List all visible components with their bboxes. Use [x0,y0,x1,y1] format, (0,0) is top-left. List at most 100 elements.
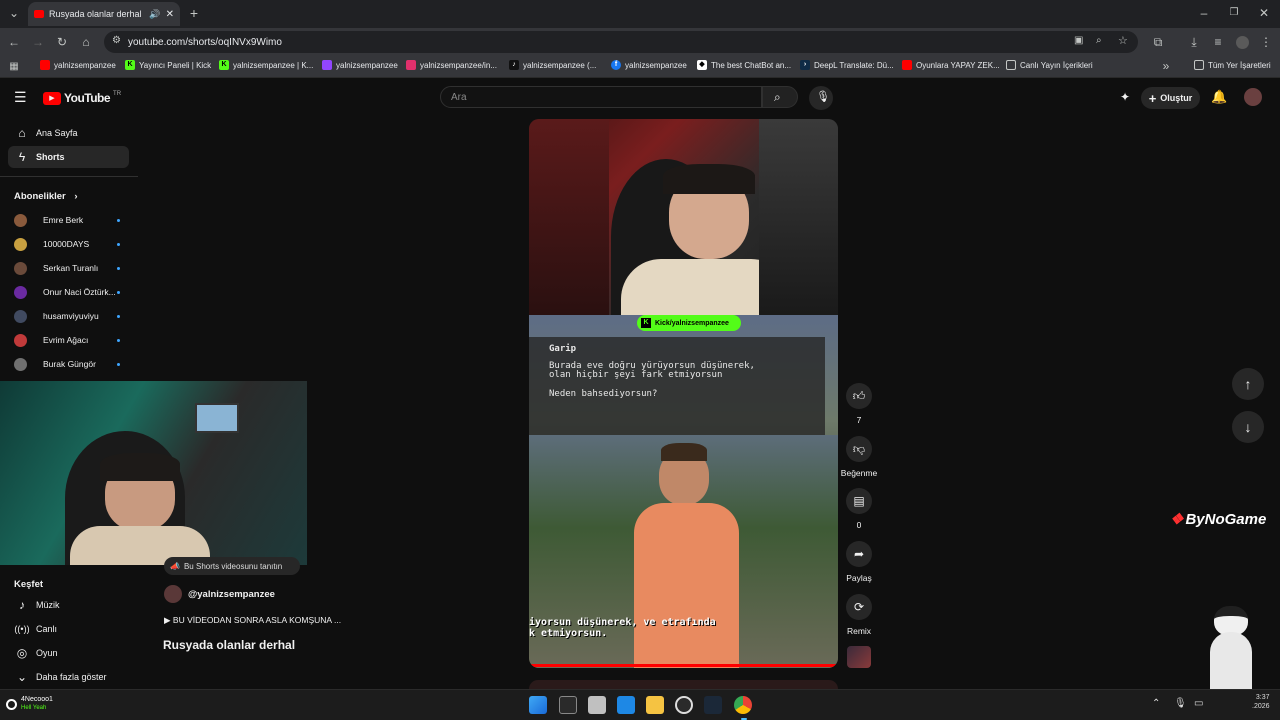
speaker-icon[interactable]: 🔊 [149,9,160,20]
notifications-bell-icon[interactable]: 🔔 [1211,89,1227,105]
window-close-icon[interactable]: ✕ [1256,6,1272,20]
reading-list-icon[interactable]: ≡ [1210,35,1226,49]
download-icon[interactable]: ⤓ [1186,35,1202,49]
previous-short-button[interactable]: ↑ [1232,368,1264,400]
home-button-icon[interactable]: ⌂ [78,35,94,49]
install-app-icon[interactable]: ▣ [1074,35,1083,46]
sidebar-item-live[interactable]: ((•)) Canlı [8,618,129,640]
back-icon[interactable]: ← [6,35,22,49]
subscription-item[interactable]: Onur Naci Öztürk... [14,283,124,301]
sidebar-item-music[interactable]: ♪ Müzik [8,594,129,616]
restore-icon[interactable]: ❐ [1226,6,1242,20]
sidebar-item-home[interactable]: ⌂ Ana Sayfa [8,122,129,144]
chrome-icon[interactable] [734,696,752,714]
site-info-icon[interactable]: ⚙ [112,35,121,46]
dislike-button[interactable]: 👎︎ Beğenme [841,436,877,478]
minimize-icon[interactable]: – [1196,6,1212,20]
bookmark-1[interactable]: K Yayıncı Paneli | Kick [125,60,211,70]
short-video-gameplay[interactable]: K Kick/yalnizsempanzee Garip Burada eve … [529,315,838,668]
bookmark-2[interactable]: Kyalnizsempanzee | K... [219,60,313,70]
tray-mic-icon[interactable]: 🎙 [1174,698,1187,709]
chevron-down-icon: ⌄ [16,670,28,684]
new-tab-icon[interactable]: + [186,6,202,20]
obs-icon[interactable] [675,696,693,714]
youtube-logo[interactable]: ▶ YouTube TR [43,91,121,105]
bookmark-6[interactable]: f yalnizsempanzee [611,60,687,70]
bookmark-10[interactable]: Canlı Yayın İçerikleri [1006,60,1093,70]
windows-taskbar: 4Necooo1 Hell Yeah ⌃ 🎙 ▭ 3:37 .2026 [0,689,1280,720]
bookmarks-bar: ▦ yalnizsempanzee K Yayıncı Paneli | Kick… [0,56,1280,78]
subtitle-overlay: iyorsun düşünerek, ve etrafında k etmiyo… [529,617,716,639]
sound-thumbnail[interactable] [847,646,871,668]
bookmark-4[interactable]: yalnizsempanzee/in... [406,60,497,70]
taskbar-clock[interactable]: 3:37 .2026 [1252,693,1270,711]
thumbs-up-icon: 👍︎ [846,383,872,409]
subscription-item[interactable]: Evrim Ağacı [14,331,124,349]
create-button[interactable]: + Oluştur [1141,87,1200,109]
voice-search-button[interactable]: 🎙 [809,86,833,110]
channel-avatar[interactable] [164,585,182,603]
browser-tab-active[interactable]: Rusyada olanlar derhal - Yo 🔊 ✕ [28,2,180,26]
account-avatar[interactable] [1244,88,1262,106]
comments-button[interactable]: ▤ 0 [846,488,872,530]
channel-row[interactable]: @yalnizsempanzee [164,585,275,603]
task-view-icon[interactable] [559,696,577,714]
subscription-item[interactable]: 10000DAYS [14,235,124,253]
tab-close-icon[interactable]: ✕ [166,9,174,20]
subscription-item[interactable]: husamviyuviyu [14,307,124,325]
hamburger-menu-icon[interactable]: ☰ [14,89,27,106]
sidebar-item-shorts[interactable]: ϟ Shorts [8,146,129,168]
arrow-up-icon: ↑ [1244,376,1252,392]
next-short-preview[interactable] [529,680,838,689]
bookmark-0[interactable]: yalnizsempanzee [40,60,116,70]
subscription-item[interactable]: Emre Berk [14,211,124,229]
all-bookmarks[interactable]: Tüm Yer İşaretleri [1194,60,1271,70]
bookmark-star-icon[interactable]: ☆ [1118,34,1128,47]
steam-icon[interactable] [704,696,722,714]
sidebar-item-gaming[interactable]: ◎ Oyun [8,642,129,664]
menu-kebab-icon[interactable]: ⋮ [1258,35,1274,49]
forward-icon[interactable]: → [30,35,46,49]
profile-avatar[interactable] [1236,36,1249,49]
bookmark-9[interactable]: Oyunlara YAPAY ZEK... [902,60,1000,70]
sidebar-item-show-more[interactable]: ⌄ Daha fazla göster [8,666,129,688]
windows-start-icon[interactable] [529,696,547,714]
video-progress-bar[interactable] [529,664,838,667]
file-explorer-icon[interactable] [646,696,664,714]
subscription-item[interactable]: Burak Güngör [14,355,124,373]
zoom-icon[interactable]: ⌕ [1096,35,1102,46]
short-video-top-cam[interactable] [529,119,838,315]
folder-icon [1194,60,1204,70]
like-button[interactable]: 👍︎ 7 [846,383,872,425]
photos-icon[interactable] [617,696,635,714]
tiktok-icon: ♪ [509,60,519,70]
tray-overflow-icon[interactable]: ⌃ [1152,698,1160,709]
subscription-item[interactable]: Serkan Turanlı [14,259,124,277]
share-button[interactable]: ➦ Paylaş [846,541,872,583]
search-button[interactable]: ⌕ [762,86,798,108]
bookmark-7[interactable]: ◆ The best ChatBot an... [697,60,791,70]
kick-icon: K [641,318,651,328]
reload-icon[interactable]: ↻ [54,35,70,49]
next-short-button[interactable]: ↓ [1232,411,1264,443]
channel-name[interactable]: @yalnizsempanzee [188,589,275,600]
search-input[interactable]: Ara [440,86,762,108]
bookmark-5[interactable]: ♪ yalnizsempanzee (... [509,60,596,70]
more-bookmarks-icon[interactable]: » [1158,59,1174,73]
address-bar[interactable]: ⚙ youtube.com/shorts/oqINVx9Wimo ▣ ⌕ ☆ [104,31,1138,53]
ai-sparkle-icon[interactable]: ✦ [1120,90,1130,104]
short-description[interactable]: ▶ BU VİDEODAN SONRA ASLA KOMŞUNA ... [164,615,341,626]
apps-grid-icon[interactable]: ▦ [6,60,22,74]
kick-overlay-badge: K Kick/yalnizsempanzee [637,315,741,331]
extensions-icon[interactable]: ⧉ [1150,35,1166,49]
divider [0,176,138,177]
snipping-tool-icon[interactable] [588,696,606,714]
tab-search-icon[interactable]: ⌄ [6,6,22,20]
bookmark-3[interactable]: yalnizsempanzee [322,60,398,70]
explore-title: Keşfet [14,579,44,590]
promote-short-button[interactable]: 📣 Bu Shorts videosunu tanıtın [164,557,300,575]
tray-display-icon[interactable]: ▭ [1194,698,1203,709]
remix-button[interactable]: ⟳ Remix [846,594,872,636]
bookmark-8[interactable]: › DeepL Translate: Dü... [800,60,894,70]
subscriptions-title[interactable]: Abonelikler › [14,191,78,202]
